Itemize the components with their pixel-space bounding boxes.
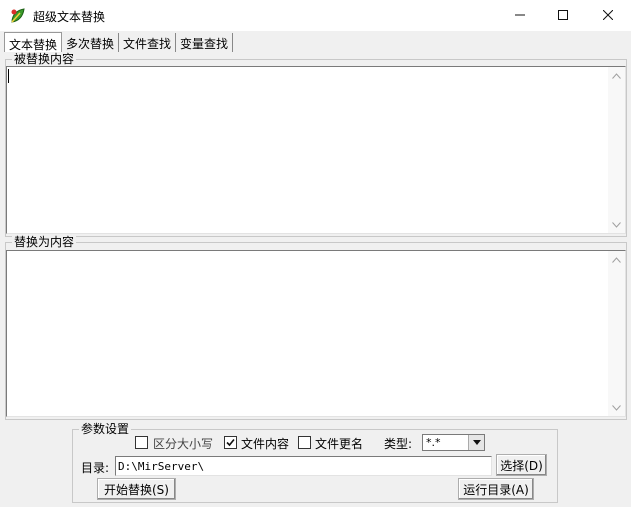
- close-icon: [602, 9, 614, 23]
- checkmark-icon: [226, 438, 235, 447]
- tab-multi-replace[interactable]: 多次替换: [62, 33, 120, 52]
- type-select[interactable]: *.*: [422, 434, 485, 451]
- params-group: 参数设置 区分大小写 文件内容 文件更名 类型: *.* 目录: 选择(D) 开…: [72, 422, 558, 503]
- file-rename-checkbox[interactable]: [298, 436, 311, 449]
- scroll-up-icon[interactable]: [608, 67, 625, 84]
- scroll-down-icon[interactable]: [608, 399, 625, 416]
- run-dir-button[interactable]: 运行目录(A): [458, 478, 534, 500]
- minimize-icon: [515, 9, 525, 23]
- scroll-down-icon[interactable]: [608, 216, 625, 233]
- tab-bar: 文本替换 多次替换 文件查找 变量查找: [4, 32, 234, 53]
- app-icon: [9, 7, 27, 25]
- params-group-label: 参数设置: [79, 422, 132, 436]
- chevron-down-icon[interactable]: [468, 435, 484, 450]
- dir-input[interactable]: [115, 456, 492, 476]
- source-scrollbar[interactable]: [608, 67, 625, 233]
- minimize-button[interactable]: [497, 0, 543, 31]
- close-button[interactable]: [585, 0, 631, 31]
- window-title: 超级文本替换: [33, 10, 106, 24]
- type-select-value: *.*: [426, 436, 441, 449]
- client-area: 文本替换 多次替换 文件查找 变量查找 被替换内容 替换为内容 参数设置 区分大…: [0, 31, 631, 507]
- title-bar: 超级文本替换: [0, 0, 631, 31]
- dir-label: 目录:: [81, 461, 110, 475]
- tab-file-search[interactable]: 文件查找: [119, 33, 177, 52]
- maximize-icon: [558, 9, 568, 23]
- case-sensitive-checkbox[interactable]: [135, 436, 148, 449]
- scroll-up-icon[interactable]: [608, 251, 625, 268]
- file-rename-label[interactable]: 文件更名: [315, 435, 363, 452]
- replace-group-label: 替换为内容: [12, 235, 77, 249]
- case-sensitive-label[interactable]: 区分大小写: [153, 435, 213, 452]
- maximize-button[interactable]: [540, 0, 586, 31]
- text-caret: [8, 69, 9, 83]
- start-replace-button[interactable]: 开始替换(S): [97, 478, 176, 500]
- type-label: 类型:: [384, 437, 413, 451]
- select-dir-button[interactable]: 选择(D): [496, 454, 547, 476]
- source-textarea[interactable]: [6, 66, 626, 234]
- replace-scrollbar[interactable]: [608, 251, 625, 416]
- replace-textarea[interactable]: [6, 250, 626, 417]
- file-content-label[interactable]: 文件内容: [241, 435, 289, 452]
- source-group-label: 被替换内容: [12, 52, 77, 66]
- tab-variable-search[interactable]: 变量查找: [176, 33, 234, 52]
- tab-text-replace[interactable]: 文本替换: [4, 32, 63, 52]
- file-content-checkbox[interactable]: [224, 436, 237, 449]
